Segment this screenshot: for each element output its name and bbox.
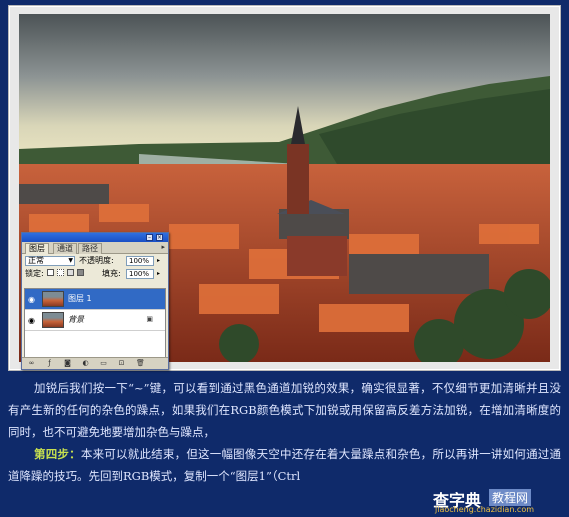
eye-icon[interactable]: ◉ xyxy=(28,295,35,304)
article-text: 加锐后我们按一下“~”键，可以看到通过黑色通道加锐的效果，确实很显著，不仅细节更… xyxy=(8,377,561,487)
tab-paths[interactable]: 路径 xyxy=(78,243,102,254)
opacity-value: 100% xyxy=(129,257,150,265)
eye-icon[interactable]: ◉ xyxy=(28,316,35,325)
layer-row-background[interactable]: ◉ 背景 ▣ xyxy=(25,310,165,331)
fill-value: 100% xyxy=(129,270,150,278)
layer-row-layer1[interactable]: ◉ 图层 1 xyxy=(25,289,165,310)
tab-layers[interactable]: 图层 xyxy=(25,243,49,254)
layers-palette: – × 图层 通道 路径 ▸ 正常 ▼ 不透明度: 100% ▸ 锁定: 填充:… xyxy=(21,232,169,370)
paragraph-1: 加锐后我们按一下“~”键，可以看到通过黑色通道加锐的效果，确实很显著，不仅细节更… xyxy=(8,381,561,439)
new-layer-icon[interactable]: ⊡ xyxy=(118,360,125,367)
paragraph-2: 第四步：本来可以就此结束，但这一幅图像天空中还存在着大量躁点和杂色，所以再讲一讲… xyxy=(8,443,561,487)
layer-style-icon[interactable]: ƒ xyxy=(46,360,53,367)
opacity-label: 不透明度: xyxy=(79,256,114,265)
palette-titlebar[interactable]: – × xyxy=(22,233,168,242)
step-label: 第四步： xyxy=(34,447,81,461)
layers-list: ◉ 图层 1 ◉ 背景 ▣ xyxy=(24,288,166,360)
fill-label: 填充: xyxy=(102,269,121,278)
watermark-url: jiaocheng.chazidian.com xyxy=(435,505,535,514)
blend-mode-select[interactable]: 正常 ▼ xyxy=(25,256,75,266)
layer-name: 背景 xyxy=(68,315,84,324)
site-watermark: 查字典 教程网 jiaocheng.chazidian.com xyxy=(431,487,563,514)
layer-name: 图层 1 xyxy=(68,294,92,303)
layer-thumbnail xyxy=(42,312,64,328)
palette-footer: ∞ ƒ ◙ ◐ ▭ ⊡ 🗑 xyxy=(22,357,168,369)
chevron-right-icon[interactable]: ▸ xyxy=(157,270,160,278)
palette-menu-icon[interactable]: ▸ xyxy=(161,243,165,251)
close-icon[interactable]: × xyxy=(156,234,163,241)
tab-channels[interactable]: 通道 xyxy=(53,243,77,254)
layer-thumbnail xyxy=(42,291,64,307)
lock-brush-icon[interactable] xyxy=(57,269,64,276)
paragraph-2-body: 本来可以就此结束，但这一幅图像天空中还存在着大量躁点和杂色，所以再讲一讲如何通过… xyxy=(8,447,562,483)
blend-mode-value: 正常 xyxy=(28,256,44,265)
chevron-down-icon: ▼ xyxy=(68,257,73,264)
lock-all-icon[interactable] xyxy=(77,269,84,276)
minimize-icon[interactable]: – xyxy=(146,234,153,241)
link-icon[interactable]: ∞ xyxy=(28,360,35,367)
fill-field[interactable]: 100% ▸ xyxy=(126,269,160,279)
blend-row: 正常 ▼ 不透明度: 100% ▸ xyxy=(22,254,168,267)
lock-label: 锁定: xyxy=(25,269,44,278)
lock-transparent-icon[interactable] xyxy=(47,269,54,276)
mask-icon[interactable]: ◙ xyxy=(64,360,71,367)
trash-icon[interactable]: 🗑 xyxy=(136,360,145,367)
new-group-icon[interactable]: ▭ xyxy=(100,360,107,367)
opacity-field[interactable]: 100% ▸ xyxy=(126,256,160,266)
lock-row: 锁定: 填充: 100% ▸ xyxy=(22,267,168,280)
palette-tabs: 图层 通道 路径 ▸ xyxy=(22,242,168,254)
adjustment-layer-icon[interactable]: ◐ xyxy=(82,360,89,367)
lock-move-icon[interactable] xyxy=(67,269,74,276)
watermark-tag: 教程网 xyxy=(489,489,532,506)
chevron-right-icon[interactable]: ▸ xyxy=(157,257,160,265)
lock-icon: ▣ xyxy=(146,315,153,323)
